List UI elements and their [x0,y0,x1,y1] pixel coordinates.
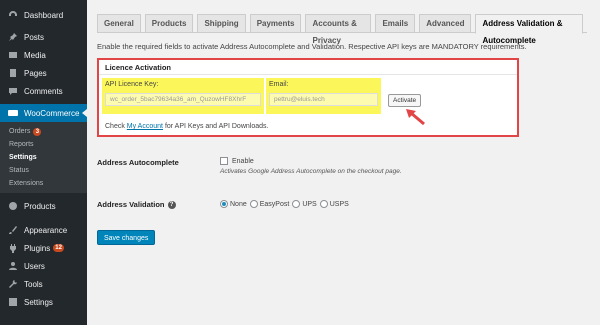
pages-icon [7,68,18,79]
menu-label: Tools [24,279,43,289]
tab-products[interactable]: Products [144,14,194,33]
intro-text: Enable the required fields to activate A… [97,42,527,51]
tab-address-validation[interactable]: Address Validation & Autocomplete [475,14,583,45]
menu-item-settings[interactable]: Settings [0,293,87,311]
menu-label: Pages [24,68,47,78]
api-key-input[interactable]: wc_order_5bac79634a36_am_QuzowHF8XhrF [105,93,261,106]
menu-label: Products [24,201,56,211]
activate-button[interactable]: Activate [388,94,422,107]
my-account-link[interactable]: My Account [127,123,163,130]
submenu-item-reports[interactable]: Reports [0,138,87,151]
menu-label: Appearance [24,225,68,235]
enable-checkbox[interactable] [220,157,228,165]
admin-sidebar: Dashboard Posts Media Pages Comments Woo… [0,0,87,325]
menu-item-products[interactable]: Products [0,197,87,215]
submenu-item-status[interactable]: Status [0,164,87,177]
menu-item-plugins[interactable]: Plugins 12 [0,239,87,257]
settings-icon [7,297,18,308]
dashboard-icon [7,10,18,21]
settings-main: General Products Shipping Payments Accou… [87,0,600,325]
radio-easypost[interactable] [249,200,258,208]
menu-item-dashboard[interactable]: Dashboard [0,6,87,24]
help-icon[interactable]: ? [167,201,176,210]
menu-label: Settings [24,297,53,307]
woocommerce-submenu: Orders 3 Reports Settings Status Extensio… [0,122,87,193]
validation-options: None EasyPost UPS USPS [220,200,349,208]
autocomplete-enable[interactable]: Enable [220,157,254,165]
radio-usps[interactable] [319,200,328,208]
menu-label: Users [24,261,45,271]
products-icon [7,201,18,212]
menu-item-tools[interactable]: Tools [0,275,87,293]
media-icon [7,50,18,61]
menu-label: Posts [24,32,45,42]
menu-label: Media [24,50,46,60]
menu-item-pages[interactable]: Pages [0,64,87,82]
api-key-label: API Licence Key: [105,81,159,88]
plugins-badge: 12 [53,244,64,252]
pin-icon [7,32,18,43]
menu-label: WooCommerce [24,108,80,118]
tab-emails[interactable]: Emails [375,14,416,33]
tab-payments[interactable]: Payments [249,14,302,33]
submenu-item-extensions[interactable]: Extensions [0,177,87,190]
menu-item-users[interactable]: Users [0,257,87,275]
orders-badge: 3 [33,127,42,136]
tab-general[interactable]: General [97,14,141,33]
menu-label: Dashboard [24,10,64,20]
users-icon [7,261,18,272]
menu-item-media[interactable]: Media [0,46,87,64]
validation-label: Address Validation? [97,200,176,210]
licence-activation-panel: Licence Activation API Licence Key: wc_o… [97,58,519,137]
arrow-pointer-icon [406,109,425,126]
submenu-item-settings[interactable]: Settings [0,151,87,164]
menu-item-woocommerce[interactable]: WooCommerce [0,104,87,122]
autocomplete-description: Activates Google Address Autocomplete on… [220,168,402,175]
radio-none[interactable] [220,200,228,208]
radio-ups[interactable] [292,200,301,208]
plugin-icon [7,243,18,254]
submenu-item-orders[interactable]: Orders 3 [0,125,87,138]
woocommerce-icon [7,108,18,119]
settings-tabs: General Products Shipping Payments Accou… [97,14,587,45]
comment-icon [7,86,18,97]
check-account-text: Check My Account for API Keys and API Do… [105,123,269,130]
autocomplete-label: Address Autocomplete [97,158,179,167]
tab-shipping[interactable]: Shipping [197,14,246,33]
menu-item-comments[interactable]: Comments [0,82,87,100]
wrench-icon [7,279,18,290]
menu-label: Comments [24,86,63,96]
email-input[interactable]: pettru@eluis.tech [269,93,378,106]
menu-label: Plugins [24,243,51,253]
tab-accounts-privacy[interactable]: Accounts & Privacy [305,14,372,45]
email-label: Email: [269,81,289,88]
brush-icon [7,225,18,236]
menu-item-appearance[interactable]: Appearance [0,221,87,239]
licence-heading: Licence Activation [99,60,517,75]
tab-advanced[interactable]: Advanced [419,14,472,33]
menu-item-posts[interactable]: Posts [0,28,87,46]
save-changes-button[interactable]: Save changes [97,230,156,245]
